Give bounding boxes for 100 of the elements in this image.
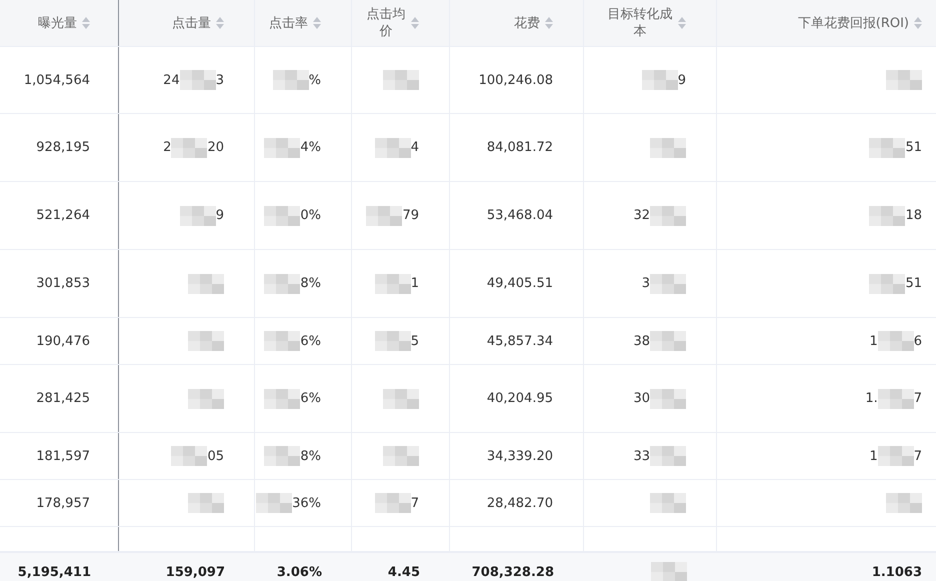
cell-fragment: 6%: [300, 334, 321, 348]
pixelated-value: [886, 493, 922, 513]
pixelated-value: [642, 70, 678, 90]
pixelated-value: [180, 70, 216, 90]
table-cell: 34,339.20: [486, 448, 553, 464]
cell-fragment: 4%: [300, 140, 321, 155]
pixelated-value: [878, 446, 914, 466]
sort-icon[interactable]: [82, 17, 90, 29]
pixelated-value: [264, 274, 300, 294]
total-value: 4.45: [388, 564, 420, 580]
cell-fragment: 33: [633, 448, 650, 464]
column-header: 曝光量: [38, 14, 77, 32]
pixelated-value: [366, 206, 402, 226]
pixelated-value: [272, 70, 309, 90]
cell-fragment: 38: [633, 334, 650, 348]
table-cell: 53,468.04: [486, 208, 553, 223]
table-cell: 40,204.95: [486, 391, 553, 406]
sort-icon[interactable]: [678, 17, 686, 29]
column-header: 点击均价: [366, 6, 406, 40]
pixelated-value: [374, 493, 411, 513]
pixelated-value: [264, 206, 300, 226]
sort-icon[interactable]: [313, 17, 321, 29]
pixelated-value: [869, 138, 906, 158]
pixelated-value: [886, 70, 922, 90]
cell-fragment: 05: [207, 448, 224, 464]
cell-fragment: 8%: [300, 448, 321, 464]
pixelated-value: [171, 446, 208, 466]
cell-fragment: 6: [914, 334, 922, 348]
pixelated-value: [264, 446, 300, 466]
table-cell: 181,597: [36, 448, 90, 464]
cell-fragment: 4: [410, 140, 419, 155]
pixelated-value: [374, 274, 411, 294]
table-cell: 49,405.51: [486, 276, 553, 291]
cell-fragment: 36%: [292, 496, 321, 510]
column-header: 下单花费回报(ROI): [798, 14, 909, 32]
cell-fragment: 9: [216, 208, 224, 223]
pixelated-value: [650, 493, 686, 513]
pixelated-value: [869, 274, 906, 294]
column-header: 目标转化成本: [606, 6, 673, 40]
cell-fragment: 2: [163, 140, 172, 155]
cell-fragment: 7: [410, 496, 419, 510]
table-cell: 281,425: [36, 391, 90, 406]
cell-fragment: 0%: [300, 208, 321, 223]
table-cell: 301,853: [36, 276, 90, 291]
table-cell: 1,054,564: [24, 72, 90, 88]
pixelated-value: [650, 388, 686, 408]
cell-fragment: 79: [402, 208, 419, 223]
pixelated-value: [188, 388, 224, 408]
pixelated-value: [869, 206, 906, 226]
pixelated-value: [188, 274, 224, 294]
sort-icon[interactable]: [914, 17, 922, 29]
cell-fragment: 51: [905, 140, 922, 155]
cell-fragment: 18: [905, 208, 922, 223]
cell-fragment: 1: [869, 334, 878, 348]
pixelated-value: [383, 388, 419, 408]
table-cell: 84,081.72: [486, 140, 553, 155]
sort-icon[interactable]: [216, 17, 224, 29]
pixelated-value: [264, 388, 300, 408]
cell-fragment: 24: [163, 72, 180, 88]
cell-fragment: 1.: [865, 391, 878, 406]
pixelated-value: [650, 331, 686, 351]
column-header: 花费: [514, 14, 540, 32]
pixelated-value: [374, 331, 411, 351]
total-value: 159,097: [166, 564, 225, 580]
cell-fragment: 8%: [300, 276, 321, 291]
cell-fragment: 3: [216, 72, 224, 88]
column-header: 点击量: [172, 14, 211, 32]
column-header: 点击率: [269, 14, 308, 32]
pixelated-value: [188, 331, 224, 351]
pixelated-value: [650, 274, 686, 294]
table-cell: 521,264: [36, 208, 90, 223]
cell-fragment: 20: [207, 140, 224, 155]
pixelated-value: [264, 138, 300, 158]
pixelated-value: [374, 138, 411, 158]
total-value: 1.1063: [872, 564, 922, 580]
pixelated-value: [188, 493, 224, 513]
pixelated-value: [650, 446, 686, 466]
cell-fragment: 3: [642, 276, 650, 291]
pixelated-value: [264, 331, 300, 351]
table-cell: 178,957: [36, 496, 90, 510]
pixelated-value: [171, 138, 208, 158]
pixelated-value: [878, 331, 914, 351]
cell-fragment: 5: [410, 334, 419, 348]
cell-fragment: 7: [914, 448, 922, 464]
cell-fragment: 9: [678, 72, 686, 88]
cell-fragment: 30: [633, 391, 650, 406]
sort-icon[interactable]: [545, 17, 553, 29]
cell-fragment: %: [308, 72, 321, 88]
cell-fragment: 1: [410, 276, 419, 291]
table-cell: 100,246.08: [478, 72, 553, 88]
table-cell: 45,857.34: [486, 334, 553, 348]
cell-fragment: 32: [633, 208, 650, 223]
pixelated-value: [383, 70, 419, 90]
pixelated-value: [878, 388, 914, 408]
sort-icon[interactable]: [411, 17, 419, 29]
pixelated-value: [383, 446, 419, 466]
table-cell: 928,195: [36, 140, 90, 155]
pixelated-value: [180, 206, 216, 226]
cell-fragment: 1: [869, 448, 878, 464]
total-value: 3.06%: [276, 564, 322, 580]
